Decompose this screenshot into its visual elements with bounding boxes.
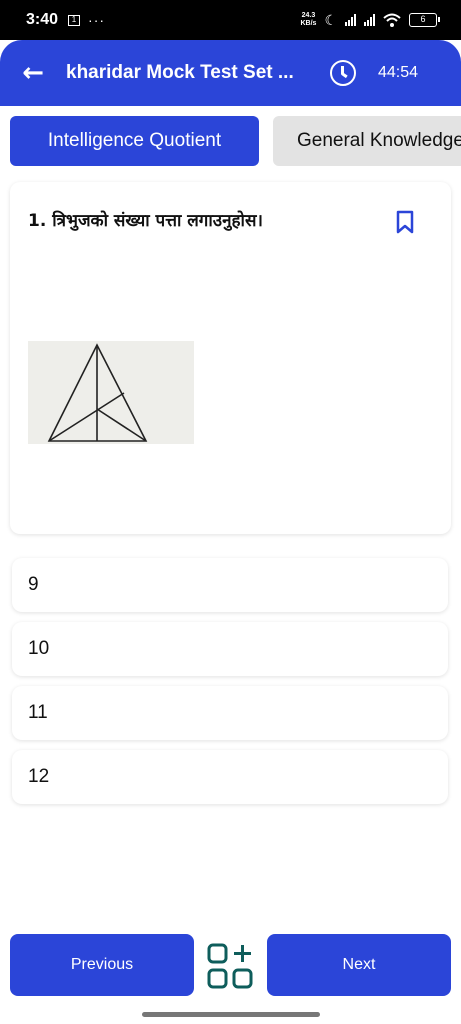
- answer-option-4[interactable]: 12: [12, 750, 448, 804]
- tab-general-knowledge[interactable]: General Knowledge: [273, 116, 461, 166]
- bookmark-icon[interactable]: [396, 210, 414, 234]
- previous-button[interactable]: Previous: [10, 934, 194, 996]
- tab-intelligence-quotient[interactable]: Intelligence Quotient: [10, 116, 259, 166]
- triangle-figure-image: [28, 341, 194, 444]
- network-speed: 24.3 KB/s: [300, 12, 316, 28]
- clock-icon: [330, 60, 356, 86]
- page-title: kharidar Mock Test Set ...: [66, 62, 294, 83]
- next-button[interactable]: Next: [267, 934, 451, 996]
- subject-tabs: Intelligence Quotient General Knowledge: [10, 116, 461, 166]
- more-notifications-icon: ···: [88, 12, 106, 28]
- status-time: 3:40: [26, 11, 59, 28]
- wifi-icon: [383, 13, 401, 27]
- answer-option-2[interactable]: 10: [12, 622, 448, 676]
- home-gesture-bar[interactable]: [142, 1012, 320, 1017]
- question-card: 1. त्रिभुजको संख्या पत्ता लगाउनुहोस।: [10, 182, 451, 534]
- answer-option-3[interactable]: 11: [12, 686, 448, 740]
- status-bar: 3:40 1 ··· 24.3 KB/s ☾ 6: [0, 0, 461, 40]
- signal-icon: [345, 14, 356, 26]
- network-speed-value: 24.3: [301, 12, 316, 19]
- notification-icon: 1: [68, 14, 81, 26]
- question-grid-icon[interactable]: [206, 942, 254, 990]
- question-text: 1. त्रिभुजको संख्या पत्ता लगाउनुहोस।: [28, 211, 263, 231]
- network-speed-unit: KB/s: [300, 20, 317, 27]
- back-arrow-icon[interactable]: ←: [0, 58, 66, 88]
- answer-option-1[interactable]: 9: [12, 558, 448, 612]
- signal-icon-2: [364, 14, 375, 26]
- battery-icon: 6: [409, 13, 440, 27]
- app-bar: ← kharidar Mock Test Set ... 44:54: [0, 40, 461, 106]
- countdown-timer: 44:54: [378, 64, 419, 81]
- moon-icon: ☾: [324, 11, 337, 28]
